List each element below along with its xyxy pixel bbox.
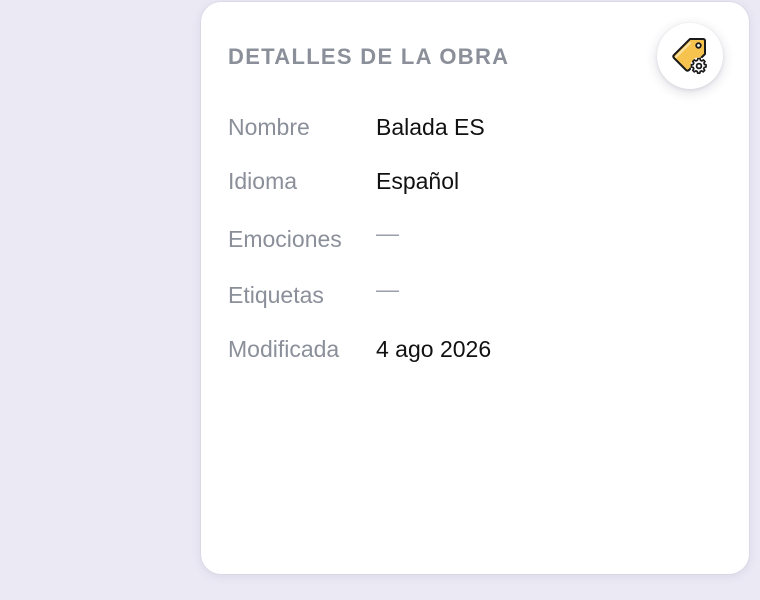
field-row-emotions: Emociones — (228, 220, 728, 254)
tag-settings-button[interactable] (657, 23, 723, 89)
card-title: DETALLES DE LA OBRA (228, 44, 510, 69)
field-value-language: Español (376, 168, 460, 194)
field-row-language: Idioma Español (228, 166, 728, 196)
field-label-tags: Etiquetas (228, 282, 324, 308)
tag-settings-icon (670, 36, 710, 76)
field-row-modified: Modificada 4 ago 2026 (228, 334, 728, 364)
field-label-language: Idioma (228, 168, 298, 194)
field-value-name: Balada ES (376, 114, 485, 140)
field-row-name: Nombre Balada ES (228, 112, 728, 142)
field-value-emotions: — (376, 220, 399, 246)
work-details-card: DETALLES DE LA OBRA Nombre Balada ES Idi… (201, 2, 749, 574)
field-label-modified: Modificada (228, 336, 340, 362)
field-row-tags: Etiquetas — (228, 276, 728, 310)
field-label-name: Nombre (228, 114, 310, 140)
field-label-emotions: Emociones (228, 226, 342, 252)
field-value-modified: 4 ago 2026 (376, 336, 492, 362)
field-value-tags: — (376, 276, 399, 302)
